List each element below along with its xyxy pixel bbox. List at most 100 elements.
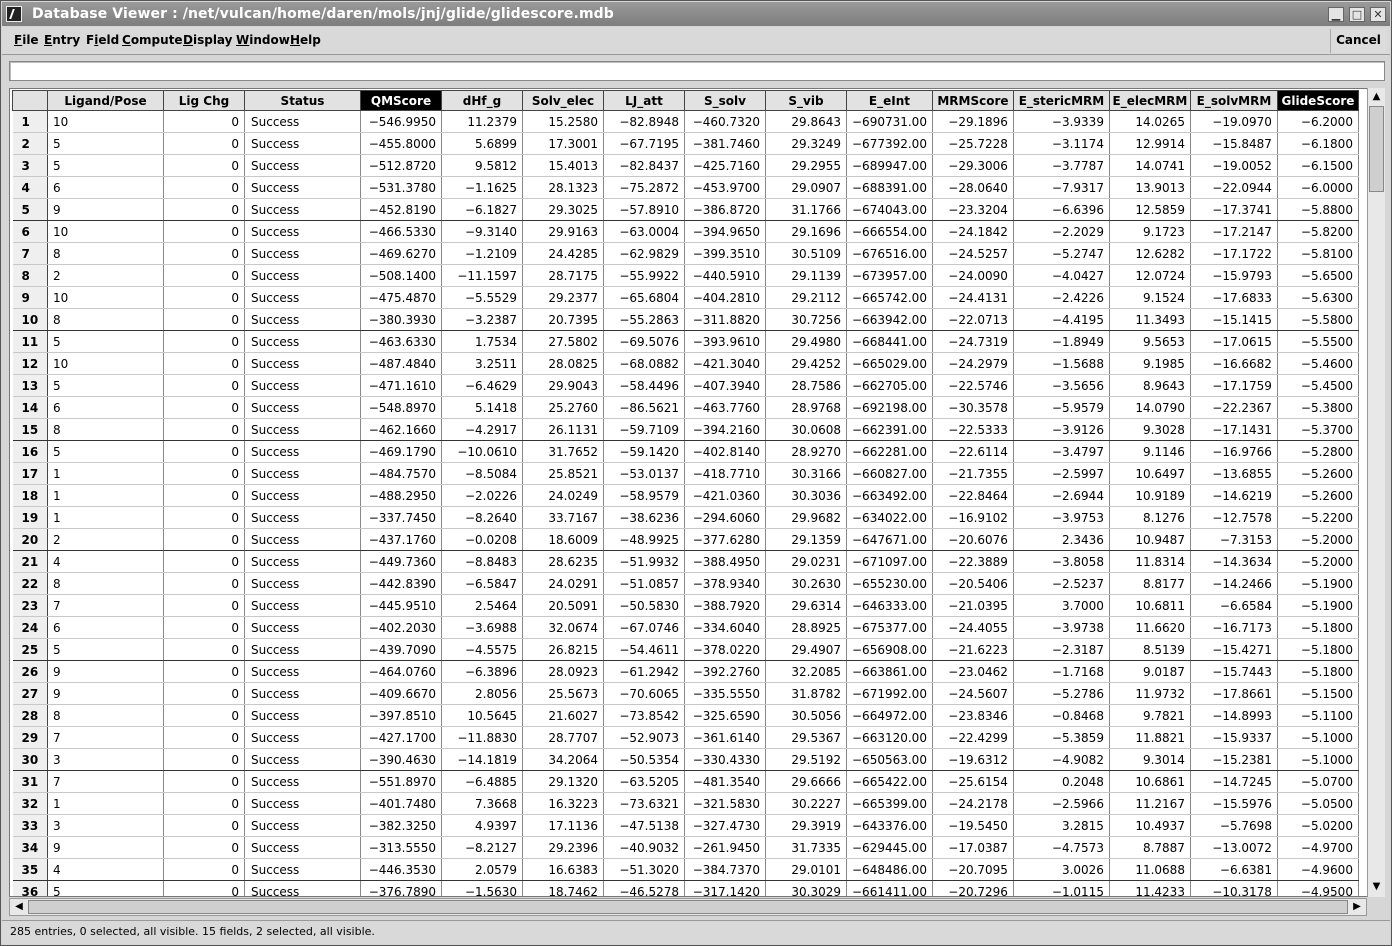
table-cell[interactable]: 10.6811 bbox=[1109, 594, 1191, 617]
table-cell[interactable]: −548.8970 bbox=[360, 396, 442, 419]
table-cell[interactable]: −11.8830 bbox=[441, 726, 523, 749]
column-header-e-solvmrm[interactable]: E_solvMRM bbox=[1189, 90, 1278, 111]
table-cell[interactable]: −24.4131 bbox=[932, 286, 1014, 309]
table-cell[interactable]: −5.3700 bbox=[1277, 418, 1359, 441]
table-cell[interactable]: −663120.00 bbox=[846, 726, 933, 749]
table-cell[interactable]: 7 bbox=[47, 770, 164, 793]
table-cell[interactable]: −446.3530 bbox=[360, 858, 442, 881]
table-cell[interactable]: −16.7173 bbox=[1190, 616, 1278, 639]
table-cell[interactable]: 10.4937 bbox=[1109, 814, 1191, 837]
table-row[interactable]: 23 7 0 Success −445.9510 2.5464 20.5091 −50.583… bbox=[12, 594, 1359, 617]
table-cell[interactable]: 18.7462 bbox=[522, 880, 604, 896]
table-cell[interactable]: 17.1136 bbox=[522, 814, 604, 837]
table-cell[interactable]: −12.7578 bbox=[1190, 506, 1278, 529]
table-cell[interactable]: 8.5139 bbox=[1109, 638, 1191, 661]
table-cell[interactable]: −17.1431 bbox=[1190, 418, 1278, 441]
table-cell[interactable]: −15.7443 bbox=[1190, 660, 1278, 683]
table-cell[interactable]: Success bbox=[244, 814, 361, 837]
table-cell[interactable]: Success bbox=[244, 286, 361, 309]
table-cell[interactable]: −664972.00 bbox=[846, 704, 933, 727]
table-cell[interactable]: −14.6219 bbox=[1190, 484, 1278, 507]
table-cell[interactable]: −335.5550 bbox=[684, 682, 766, 705]
table-cell[interactable]: −14.7245 bbox=[1190, 770, 1278, 793]
cancel-button[interactable]: Cancel bbox=[1330, 29, 1386, 53]
table-cell[interactable]: −2.5237 bbox=[1013, 572, 1110, 595]
table-cell[interactable]: −17.6833 bbox=[1190, 286, 1278, 309]
table-cell[interactable]: Success bbox=[244, 572, 361, 595]
table-cell[interactable]: −28.0640 bbox=[932, 176, 1014, 199]
column-header-dhf-g[interactable]: dHf_g bbox=[441, 90, 523, 111]
table-cell[interactable]: 2.8056 bbox=[441, 682, 523, 705]
table-cell[interactable]: −16.9102 bbox=[932, 506, 1014, 529]
table-cell[interactable]: 0 bbox=[163, 176, 245, 199]
table-cell[interactable]: −17.0387 bbox=[932, 836, 1014, 859]
table-cell[interactable]: −5.2000 bbox=[1277, 550, 1359, 573]
table-row[interactable]: 5 9 0 Success −452.8190 −6.1827 29.3025 −57.891… bbox=[12, 198, 1359, 221]
horizontal-scrollbar[interactable]: ◀ ▶ bbox=[9, 898, 1367, 916]
table-cell[interactable]: −75.2872 bbox=[603, 176, 685, 199]
table-cell[interactable]: −5.4600 bbox=[1277, 352, 1359, 375]
menu-entry[interactable]: Entry bbox=[44, 33, 80, 47]
table-row[interactable]: 9 10 0 Success −475.4870 −5.5529 29.2377 −65.68… bbox=[12, 286, 1359, 309]
table-cell[interactable]: −666554.00 bbox=[846, 220, 933, 243]
table-cell[interactable]: −7.9317 bbox=[1013, 176, 1110, 199]
table-cell[interactable]: −3.4797 bbox=[1013, 440, 1110, 463]
table-cell[interactable]: −52.9073 bbox=[603, 726, 685, 749]
table-cell[interactable]: 17.3001 bbox=[522, 132, 604, 155]
table-cell[interactable]: −466.5330 bbox=[360, 220, 442, 243]
row-number[interactable]: 4 bbox=[12, 176, 48, 199]
table-cell[interactable]: −5.1800 bbox=[1277, 616, 1359, 639]
table-cell[interactable]: 10.6497 bbox=[1109, 462, 1191, 485]
table-cell[interactable]: −462.1660 bbox=[360, 418, 442, 441]
table-cell[interactable]: −488.2950 bbox=[360, 484, 442, 507]
table-cell[interactable]: −21.0395 bbox=[932, 594, 1014, 617]
table-cell[interactable]: −55.9922 bbox=[603, 264, 685, 287]
table-cell[interactable]: 5.1418 bbox=[441, 396, 523, 419]
table-cell[interactable]: −24.1842 bbox=[932, 220, 1014, 243]
table-cell[interactable]: −662391.00 bbox=[846, 418, 933, 441]
table-cell[interactable]: 3.2815 bbox=[1013, 814, 1110, 837]
table-row[interactable]: 27 9 0 Success −409.6670 2.8056 25.5673 −70.606… bbox=[12, 682, 1359, 705]
table-cell[interactable]: Success bbox=[244, 220, 361, 243]
table-cell[interactable]: −404.2810 bbox=[684, 286, 766, 309]
row-number[interactable]: 17 bbox=[12, 462, 48, 485]
table-cell[interactable]: −692198.00 bbox=[846, 396, 933, 419]
table-cell[interactable]: −22.4299 bbox=[932, 726, 1014, 749]
table-cell[interactable]: 12.9914 bbox=[1109, 132, 1191, 155]
table-row[interactable]: 16 5 0 Success −469.1790 −10.0610 31.7652 −59.1… bbox=[12, 440, 1359, 463]
table-cell[interactable]: 28.9270 bbox=[765, 440, 847, 463]
table-cell[interactable]: 30.5109 bbox=[765, 242, 847, 265]
table-cell[interactable]: 0 bbox=[163, 506, 245, 529]
table-cell[interactable]: −393.9610 bbox=[684, 330, 766, 353]
table-cell[interactable]: −655230.00 bbox=[846, 572, 933, 595]
table-cell[interactable]: −73.6321 bbox=[603, 792, 685, 815]
column-header-e-eint[interactable]: E_eInt bbox=[846, 90, 933, 111]
table-cell[interactable]: 29.2377 bbox=[522, 286, 604, 309]
table-row[interactable]: 34 9 0 Success −313.5550 −8.2127 29.2396 −40.90… bbox=[12, 836, 1359, 859]
table-cell[interactable]: −425.7160 bbox=[684, 154, 766, 177]
table-cell[interactable]: −660827.00 bbox=[846, 462, 933, 485]
table-cell[interactable]: 9 bbox=[47, 660, 164, 683]
table-cell[interactable]: −22.0713 bbox=[932, 308, 1014, 331]
table-cell[interactable]: Success bbox=[244, 858, 361, 881]
table-cell[interactable]: −5.3859 bbox=[1013, 726, 1110, 749]
table-cell[interactable]: −6.5847 bbox=[441, 572, 523, 595]
table-cell[interactable]: −5.7698 bbox=[1190, 814, 1278, 837]
table-cell[interactable]: Success bbox=[244, 660, 361, 683]
table-cell[interactable]: −6.1500 bbox=[1277, 154, 1359, 177]
table-row[interactable]: 32 1 0 Success −401.7480 7.3668 16.3223 −73.632… bbox=[12, 792, 1359, 815]
table-row[interactable]: 6 10 0 Success −466.5330 −9.3140 29.9163 −63.00… bbox=[12, 220, 1359, 243]
row-number[interactable]: 11 bbox=[12, 330, 48, 353]
table-cell[interactable]: 31.7652 bbox=[522, 440, 604, 463]
table-cell[interactable]: −327.4730 bbox=[684, 814, 766, 837]
table-cell[interactable]: −2.6944 bbox=[1013, 484, 1110, 507]
row-number[interactable]: 7 bbox=[12, 242, 48, 265]
table-cell[interactable]: −86.5621 bbox=[603, 396, 685, 419]
table-cell[interactable]: −6.2000 bbox=[1277, 110, 1359, 133]
row-number-header[interactable] bbox=[12, 90, 48, 111]
table-cell[interactable]: 30.3166 bbox=[765, 462, 847, 485]
table-row[interactable]: 1 10 0 Success −546.9950 11.2379 15.2580 −82.89… bbox=[12, 110, 1359, 133]
table-cell[interactable]: 9.1985 bbox=[1109, 352, 1191, 375]
table-cell[interactable]: 0.2048 bbox=[1013, 770, 1110, 793]
table-cell[interactable]: −17.0615 bbox=[1190, 330, 1278, 353]
